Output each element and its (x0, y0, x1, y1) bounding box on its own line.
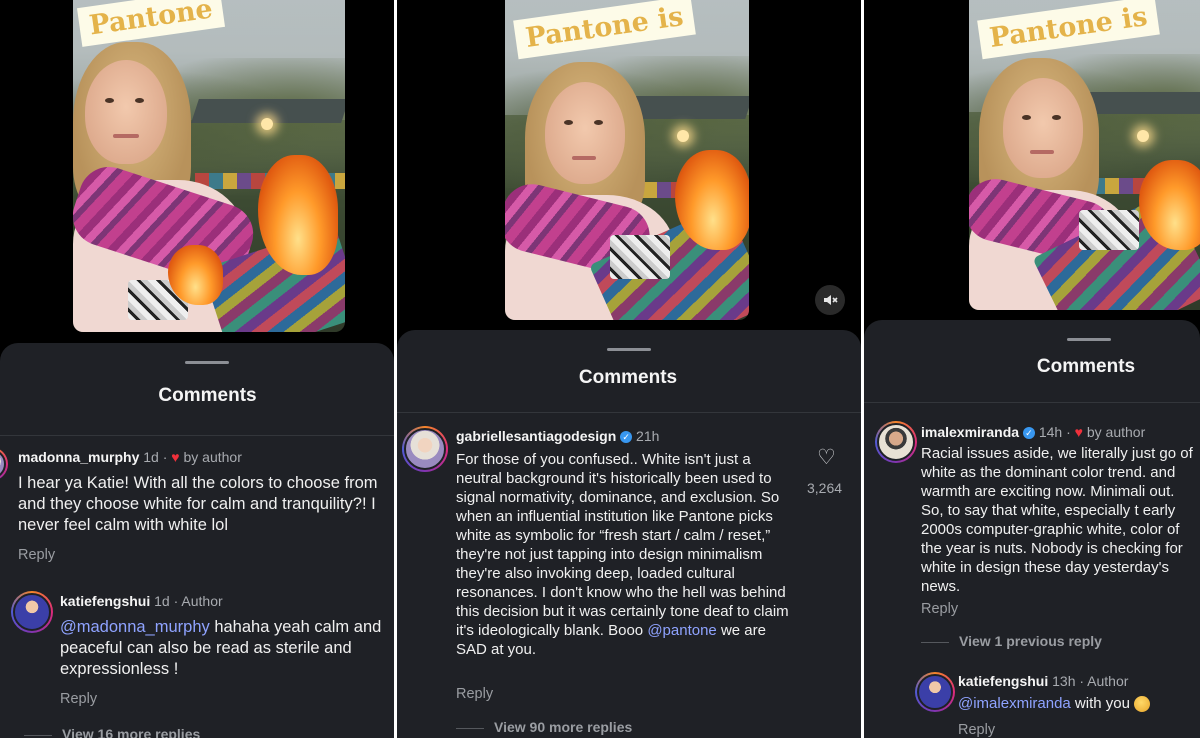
story-video[interactable]: Pantone is (969, 0, 1200, 310)
heart-icon: ♥ (171, 449, 180, 465)
view-more-replies[interactable]: View 90 more replies (456, 719, 632, 735)
lamp-light (261, 118, 273, 130)
view-previous-label: View 1 previous reply (959, 633, 1102, 649)
story-video[interactable]: Pantone (73, 0, 345, 332)
divider (397, 412, 861, 413)
comments-sheet: Comments gabriellesantiagodesign ✓ 21h F… (397, 330, 861, 738)
heart-icon: ♥ (1074, 424, 1083, 440)
timestamp: 1d (154, 593, 170, 609)
reply-button[interactable]: Reply (921, 601, 958, 617)
drag-handle[interactable] (607, 348, 651, 351)
reply-button[interactable]: Reply (18, 547, 55, 563)
lamp-light (677, 130, 689, 142)
comment-meta: katiefengshui 13h · Author (958, 673, 1129, 689)
story-panel-2: Pantone is Comments gabriellesantiagodes… (397, 0, 861, 738)
username[interactable]: gabriellesantiagodesign (456, 428, 616, 444)
story-panel-3: Pantone is Comments imalexmiranda ✓ 14h … (864, 0, 1200, 738)
username[interactable]: imalexmiranda (921, 424, 1019, 440)
clapping-hands-icon (1134, 696, 1151, 713)
burning-paper (610, 235, 670, 279)
liked-by-author-label: by author (183, 449, 242, 465)
reply-button[interactable]: Reply (958, 722, 995, 738)
reply-button[interactable]: Reply (60, 691, 97, 707)
comments-sheet: Comments imalexmiranda ✓ 14h · ♥ by auth… (864, 320, 1200, 738)
comment-text: For those of you confused.. White isn't … (456, 450, 796, 659)
view-previous-reply[interactable]: View 1 previous reply (921, 633, 1102, 649)
person-face (1003, 78, 1083, 178)
timestamp: 1d (143, 449, 159, 465)
comment-text: @madonna_murphy hahaha yeah calm and pea… (60, 617, 394, 680)
heart-outline-icon[interactable]: ♡ (817, 445, 836, 470)
speaker-muted-icon (824, 295, 838, 305)
comment-text: @imalexmiranda with you (958, 694, 1200, 713)
comments-sheet: Comments madonna_murphy 1d · ♥ by author… (0, 343, 394, 738)
lamp-light (1137, 130, 1149, 142)
avatar[interactable] (875, 421, 917, 463)
timestamp: 21h (636, 428, 660, 444)
comment-meta: madonna_murphy 1d · ♥ by author (18, 449, 242, 465)
avatar[interactable] (0, 447, 8, 481)
comment-meta: gabriellesantiagodesign ✓ 21h (456, 428, 659, 444)
comment-body: For those of you confused.. White isn't … (456, 451, 789, 639)
view-more-label: View 90 more replies (494, 719, 633, 735)
comments-title: Comments (158, 385, 257, 406)
view-more-replies[interactable]: View 16 more replies (24, 726, 200, 738)
mute-button[interactable] (815, 285, 845, 315)
avatar[interactable] (915, 672, 955, 712)
mention-link[interactable]: @pantone (647, 622, 716, 639)
mention-link[interactable]: @imalexmiranda (958, 695, 1071, 712)
person-face (545, 82, 625, 184)
avatar[interactable] (11, 591, 53, 633)
person-face (85, 60, 167, 164)
comments-title: Comments (578, 367, 678, 388)
reply-button[interactable]: Reply (456, 686, 493, 702)
username[interactable]: katiefengshui (60, 593, 150, 609)
username[interactable]: madonna_murphy (18, 449, 139, 465)
author-badge: Author (181, 593, 223, 609)
comment-text: Racial issues aside, we literally just g… (921, 445, 1193, 595)
view-more-label: View 16 more replies (62, 726, 201, 738)
avatar[interactable] (402, 426, 448, 472)
liked-by-author-label: by author (1086, 424, 1146, 440)
comment-meta: imalexmiranda ✓ 14h · ♥ by author (921, 424, 1146, 440)
like-count: 3,264 (807, 480, 843, 496)
timestamp: 13h (1052, 673, 1076, 689)
story-video[interactable]: Pantone is (505, 0, 749, 320)
story-panel-1: Pantone Comments madonna_murphy 1d · ♥ b… (0, 0, 394, 738)
drag-handle[interactable] (1067, 338, 1111, 341)
verified-badge-icon: ✓ (620, 431, 633, 444)
drag-handle[interactable] (185, 361, 229, 364)
divider (864, 402, 1200, 403)
comments-title: Comments (1036, 356, 1136, 377)
comment-text: I hear ya Katie! With all the colors to … (18, 474, 378, 534)
author-badge: Author (1087, 673, 1129, 689)
mention-link[interactable]: @madonna_murphy (60, 618, 210, 636)
timestamp: 14h (1038, 424, 1063, 440)
username[interactable]: katiefengshui (958, 673, 1048, 689)
comment-body: with you (1070, 695, 1130, 712)
burning-paper (1079, 210, 1139, 250)
comment-meta: katiefengshui 1d · Author (60, 593, 223, 609)
divider (0, 435, 394, 436)
verified-badge-icon: ✓ (1022, 427, 1035, 440)
